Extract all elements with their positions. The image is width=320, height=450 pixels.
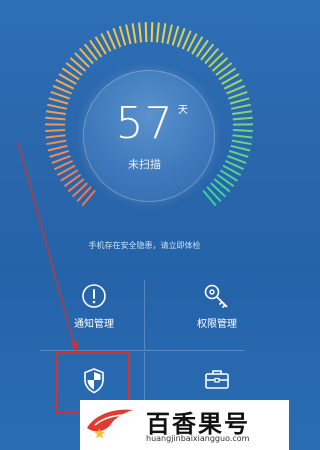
watermark-url: huangjinbaixiangguo.com	[146, 434, 250, 443]
annotation-arrow	[17, 141, 78, 352]
watermark-logo-icon	[87, 409, 133, 438]
